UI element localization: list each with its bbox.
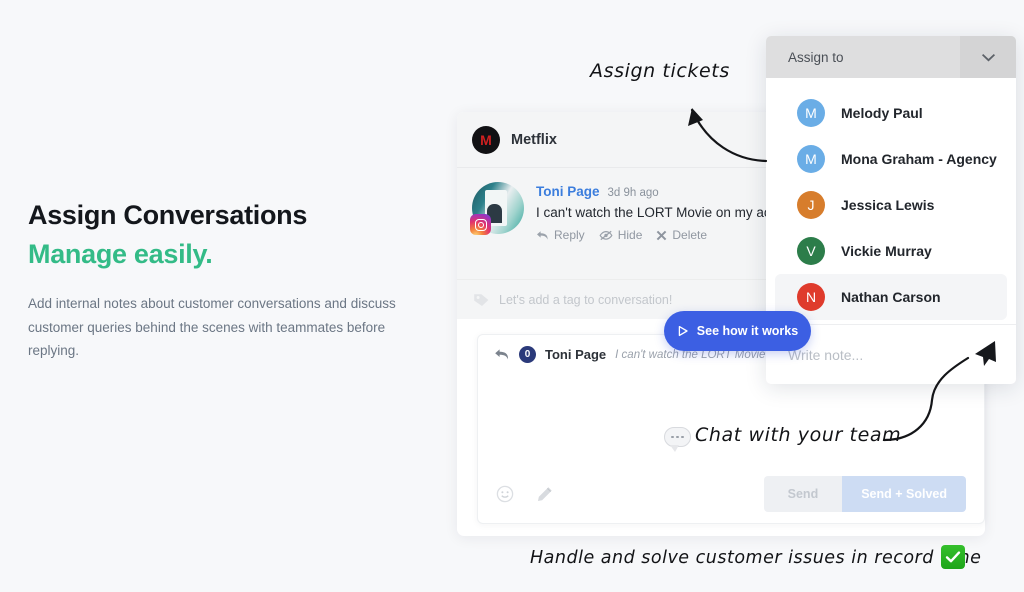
send-solved-button[interactable]: Send + Solved (842, 476, 966, 512)
list-item[interactable]: V Vickie Murray (775, 228, 1007, 274)
hero-subtitle: Manage easily. (28, 239, 213, 270)
avatar: J (797, 191, 825, 219)
reply-arrow-icon[interactable] (494, 348, 510, 361)
assign-to-label: Assign to (788, 49, 844, 65)
reply-label: Reply (554, 228, 585, 242)
assignee-list: M Melody Paul M Mona Graham - Agency J J… (766, 78, 1016, 320)
message-timestamp: 3d 9h ago (607, 187, 659, 199)
message-body: Toni Page 3d 9h ago I can't watch the LO… (524, 182, 771, 242)
annotation-handle-solve: Handle and solve customer issues in reco… (530, 548, 982, 568)
hide-label: Hide (617, 228, 643, 242)
chevron-down-icon[interactable] (960, 36, 1016, 78)
note-count-badge: 0 (519, 346, 536, 363)
instagram-icon (470, 214, 491, 235)
composer-footer: Send Send + Solved (478, 465, 984, 523)
see-how-it-works-label: See how it works (696, 324, 799, 338)
assignee-name: Vickie Murray (841, 243, 932, 259)
pencil-icon[interactable] (536, 485, 554, 503)
tag-icon (474, 293, 489, 306)
list-item[interactable]: N Nathan Carson (775, 274, 1007, 320)
brand-avatar: M (472, 125, 500, 154)
delete-button[interactable]: Delete (656, 228, 707, 242)
hero-body-text: Add internal notes about customer conver… (28, 296, 396, 359)
assignee-name: Melody Paul (841, 105, 923, 121)
avatar: N (797, 283, 825, 311)
hide-button[interactable]: Hide (599, 228, 643, 242)
page-title: Assign Conversations (28, 200, 308, 230)
list-item[interactable]: M Mona Graham - Agency (775, 136, 1007, 182)
assignee-name: Jessica Lewis (841, 197, 935, 213)
send-button[interactable]: Send (763, 476, 843, 512)
send-button-group: Send Send + Solved (763, 476, 966, 512)
assign-to-header[interactable]: Assign to (766, 36, 1016, 78)
see-how-it-works-button[interactable]: See how it works (664, 311, 811, 351)
hero-copy: Assign Conversations Manage easily. Add … (28, 200, 428, 363)
assignee-name: Nathan Carson (841, 289, 941, 305)
annotation-assign-tickets: Assign tickets (590, 60, 730, 82)
message-author[interactable]: Toni Page (536, 184, 600, 199)
reply-icon (537, 230, 548, 240)
avatar: M (797, 145, 825, 173)
hide-eye-icon (599, 230, 613, 240)
composer-tools (496, 485, 554, 503)
page-root: Assign Conversations Manage easily. Add … (0, 0, 1024, 592)
annotation-chat-with-team: Chat with your team (695, 424, 902, 446)
reply-button[interactable]: Reply (536, 228, 585, 242)
brand-name: Metflix (511, 131, 557, 148)
add-tag-placeholder: Let's add a tag to conversation! (499, 292, 673, 307)
emoji-icon[interactable] (496, 485, 514, 503)
avatar: V (797, 237, 825, 265)
message-text: I can't watch the LORT Movie on my ac (536, 205, 771, 220)
delete-label: Delete (672, 228, 708, 242)
message-actions: Reply Hide Delete (536, 228, 771, 242)
list-item[interactable]: M Melody Paul (775, 90, 1007, 136)
avatar: M (797, 99, 825, 127)
green-check-icon (941, 545, 965, 569)
assignee-name: Mona Graham - Agency (841, 151, 997, 167)
avatar (470, 182, 524, 235)
composer-author: Toni Page (545, 347, 607, 362)
list-item[interactable]: J Jessica Lewis (775, 182, 1007, 228)
play-icon (678, 325, 688, 337)
close-x-icon (657, 230, 667, 240)
chat-bubble-icon (664, 427, 691, 452)
